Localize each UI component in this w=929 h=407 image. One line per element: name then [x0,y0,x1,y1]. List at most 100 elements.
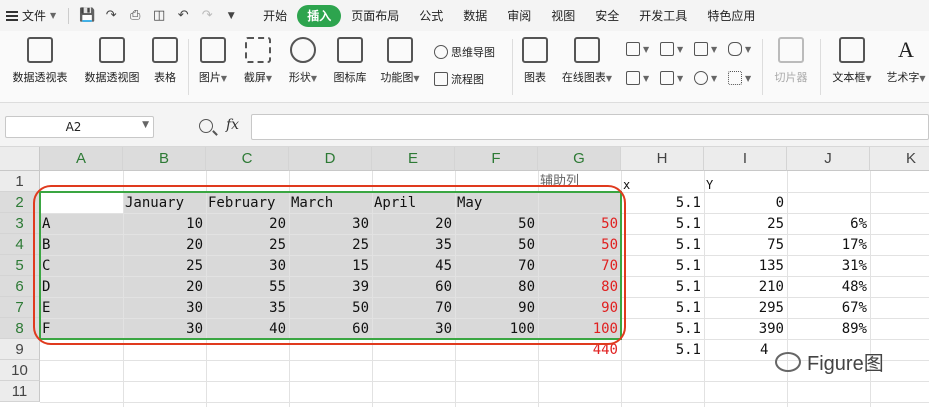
cell-value[interactable]: 25 [206,235,289,255]
screenshot-button[interactable]: 截屏▼ [240,37,276,85]
function-icon[interactable]: fx [226,117,239,133]
function-chart-button[interactable]: 功能图▼ [377,37,423,85]
cell-value[interactable]: 55 [206,277,289,297]
cell-value[interactable]: 25 [123,256,206,276]
bar-chart-button[interactable]: ▼ [660,42,683,56]
cell-value[interactable]: 30 [372,319,455,339]
col-header-c[interactable]: C [206,147,289,171]
cell-pct[interactable]: 17% [787,235,870,255]
row-header-7[interactable]: 7 [0,297,40,318]
col-header-a[interactable]: A [40,147,123,171]
cell-helper[interactable]: 50 [538,214,621,234]
cell-helper[interactable]: 90 [538,298,621,318]
cell-label[interactable]: B [40,235,123,255]
undo-icon[interactable]: ↶ [173,6,193,26]
cell-y[interactable]: 390 [704,319,787,339]
tab-insert[interactable]: 插入 [297,4,342,27]
cell-value[interactable]: 100 [455,319,538,339]
cell-h2[interactable]: 5.1 [621,193,704,213]
cell-label[interactable]: A [40,214,123,234]
cell-value[interactable]: 90 [455,298,538,318]
scatter-chart-button[interactable]: ▼ [728,71,751,85]
cell-value[interactable]: 20 [206,214,289,234]
row-header-9[interactable]: 9 [0,339,40,360]
cell-value[interactable]: 35 [206,298,289,318]
cell-value[interactable]: 45 [372,256,455,276]
cell-value[interactable]: 80 [455,277,538,297]
picture-button[interactable]: 图片▼ [195,37,231,85]
tab-page-layout[interactable]: 页面布局 [341,5,409,27]
cell-y[interactable]: 75 [704,235,787,255]
row-header-2[interactable]: 2 [0,192,40,213]
mindmap-button[interactable]: 思维导图 [434,44,495,60]
cell-x[interactable]: 5.1 [621,277,704,297]
radar-chart-button[interactable]: ▼ [728,42,751,56]
cell-month[interactable]: March [289,193,372,213]
cell-month[interactable]: January [123,193,206,213]
flowchart-button[interactable]: 流程图 [434,71,484,87]
print-preview-icon[interactable]: ◫ [149,6,169,26]
cell-value[interactable]: 50 [455,214,538,234]
tab-review[interactable]: 审阅 [497,5,541,27]
cell-i2[interactable]: 0 [704,193,787,213]
cell-value[interactable]: 70 [455,256,538,276]
cell-label[interactable]: D [40,277,123,297]
tab-developer[interactable]: 开发工具 [629,5,697,27]
cell-value[interactable]: 70 [372,298,455,318]
print-icon[interactable]: ⎙ [125,6,145,26]
cell-value[interactable]: 39 [289,277,372,297]
xy-chart-button[interactable]: ▼ [660,71,683,85]
row-header-3[interactable]: 3 [0,213,40,234]
tab-view[interactable]: 视图 [541,5,585,27]
cell-helper[interactable]: 100 [538,319,621,339]
tab-special-apps[interactable]: 特色应用 [697,5,765,27]
cell-value[interactable]: 25 [289,235,372,255]
icon-library-button[interactable]: 图标库 [330,37,370,85]
slicer-button[interactable]: 切片器 [770,37,812,85]
cell-label[interactable]: F [40,319,123,339]
name-box[interactable]: A2 ▼ [5,116,154,138]
zoom-icon[interactable] [199,119,213,133]
cell-month[interactable]: February [206,193,289,213]
cell-label[interactable]: C [40,256,123,276]
cell-x[interactable]: 5.1 [621,256,704,276]
col-header-g[interactable]: G [538,147,621,171]
export-icon[interactable]: ↷ [101,6,121,26]
cell-h9[interactable]: 5.1 [621,340,704,360]
cell-x[interactable]: 5.1 [621,319,704,339]
file-menu[interactable]: 文件 ▼ [0,0,62,31]
cell-x[interactable]: 5.1 [621,214,704,234]
formula-input[interactable] [251,114,929,140]
pivot-chart-button[interactable]: 数据透视图 [80,37,144,85]
cell-label[interactable]: E [40,298,123,318]
cell-g1[interactable]: 辅助列 [538,172,621,192]
cell-helper[interactable]: 70 [538,256,621,276]
cell-x[interactable]: 5.1 [621,298,704,318]
cell-value[interactable]: 60 [372,277,455,297]
row-header-1[interactable]: 1 [0,171,40,192]
col-header-b[interactable]: B [123,147,206,171]
chart-button[interactable]: 图表 [519,37,551,85]
cell-y[interactable]: 295 [704,298,787,318]
cell-pct[interactable]: 89% [787,319,870,339]
cell-value[interactable]: 15 [289,256,372,276]
cell-value[interactable]: 50 [289,298,372,318]
cell-value[interactable]: 30 [289,214,372,234]
pie-chart-button[interactable]: ▼ [694,71,717,85]
cell-y[interactable]: 135 [704,256,787,276]
area-chart-button[interactable]: ▼ [626,71,649,85]
cell-value[interactable]: 20 [372,214,455,234]
table-button[interactable]: 表格 [148,37,182,85]
col-header-d[interactable]: D [289,147,372,171]
cell-helper[interactable]: 80 [538,277,621,297]
cell-x[interactable]: 5.1 [621,235,704,255]
col-header-k[interactable]: K [870,147,929,171]
cell-value[interactable]: 30 [206,256,289,276]
shapes-button[interactable]: 形状▼ [285,37,321,85]
row-header-8[interactable]: 8 [0,318,40,339]
cell-pct[interactable]: 31% [787,256,870,276]
textbox-button[interactable]: 文本框▼ [828,37,876,85]
tab-security[interactable]: 安全 [585,5,629,27]
cell-pct[interactable]: 67% [787,298,870,318]
row-header-5[interactable]: 5 [0,255,40,276]
